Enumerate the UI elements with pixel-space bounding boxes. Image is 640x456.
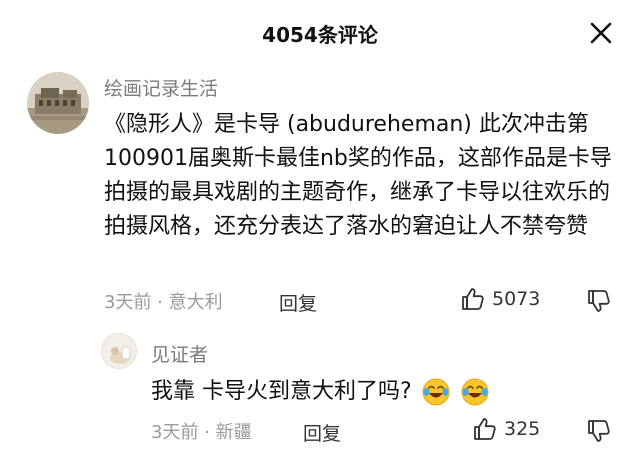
dislike-button[interactable] [586, 288, 612, 318]
thumbs-down-icon [588, 420, 610, 442]
reply-body: 我靠 卡导火到意大利了吗? [151, 373, 490, 407]
reply-username[interactable]: 见证者 [151, 340, 208, 367]
thumbs-up-icon [474, 418, 496, 440]
comments-header: 4054条评论 [0, 0, 640, 66]
close-icon [590, 22, 612, 44]
thumbs-up-icon [462, 288, 484, 310]
reply-reply-button[interactable]: 回复 [303, 419, 341, 446]
close-button[interactable] [588, 20, 614, 46]
reply-dislike-button[interactable] [586, 418, 612, 448]
avatar[interactable] [27, 72, 89, 134]
laughing-crying-emoji [460, 377, 490, 407]
reply-like-count: 325 [504, 418, 541, 440]
thumbs-down-icon [588, 290, 610, 312]
comment-body: 《隐形人》是卡导 (abudureheman) 此次冲击第100901届奥斯卡最… [104, 112, 612, 239]
comment-username[interactable]: 绘画记录生活 [104, 74, 218, 101]
laughing-crying-emoji [421, 377, 451, 407]
comment-time-location: 3天前 · 意大利 [104, 292, 223, 313]
like-button[interactable]: 5073 [460, 286, 540, 312]
reply-time-location: 3天前 · 新疆 [151, 422, 252, 443]
reply-avatar[interactable] [101, 333, 137, 369]
reply-button[interactable]: 回复 [279, 289, 317, 316]
reply-text: 我靠 卡导火到意大利了吗? [151, 379, 412, 404]
reply-meta: 3天前 · 新疆 [151, 416, 252, 446]
comment-meta: 3天前 · 意大利 [104, 286, 223, 316]
reply-like-button[interactable]: 325 [472, 416, 540, 442]
comments-count-title: 4054条评论 [262, 23, 378, 47]
like-count: 5073 [492, 288, 541, 310]
